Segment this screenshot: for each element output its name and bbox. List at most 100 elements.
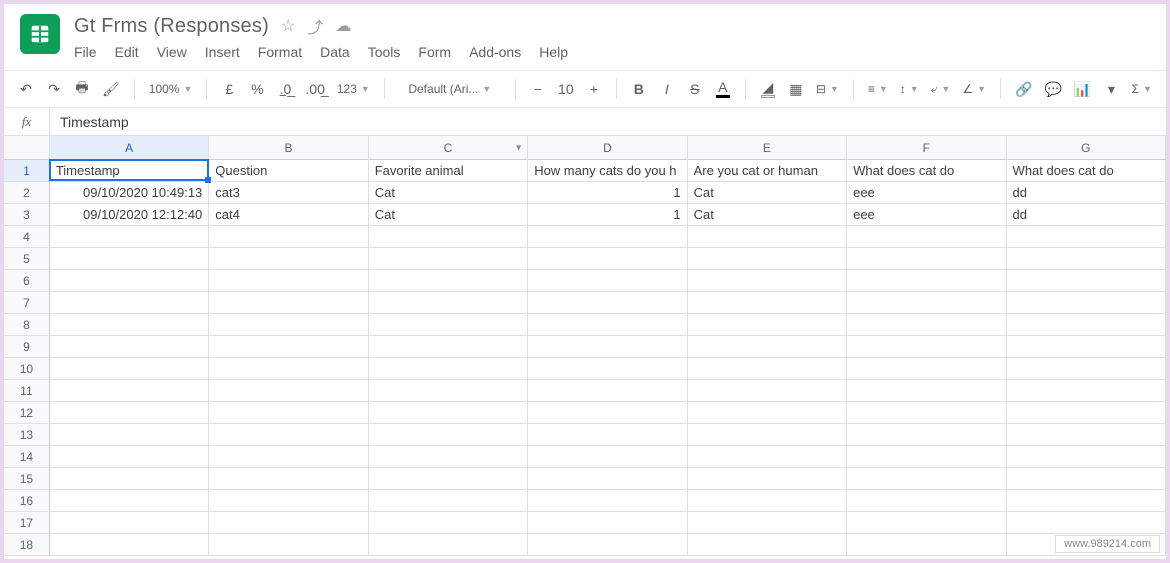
cell[interactable]: 09/10/2020 12:12:40 — [50, 204, 209, 226]
cell[interactable] — [688, 226, 847, 248]
cell[interactable] — [688, 270, 847, 292]
row-header[interactable]: 14 — [4, 446, 50, 468]
cell[interactable] — [1007, 512, 1166, 534]
menu-data[interactable]: Data — [320, 44, 350, 60]
menu-insert[interactable]: Insert — [205, 44, 240, 60]
cell[interactable] — [369, 512, 528, 534]
cell[interactable]: Cat — [688, 182, 847, 204]
cell[interactable] — [688, 534, 847, 556]
cell[interactable] — [50, 468, 209, 490]
cell[interactable] — [209, 446, 368, 468]
row-header[interactable]: 10 — [4, 358, 50, 380]
cell[interactable]: Timestamp — [50, 160, 209, 182]
cell[interactable] — [528, 468, 687, 490]
menu-form[interactable]: Form — [418, 44, 451, 60]
font-size-decrease[interactable]: − — [526, 77, 550, 101]
cell[interactable] — [1007, 292, 1166, 314]
cell[interactable] — [50, 358, 209, 380]
italic-button[interactable]: I — [655, 77, 679, 101]
row-header[interactable]: 3 — [4, 204, 50, 226]
functions-button[interactable]: Σ▼ — [1128, 77, 1156, 101]
cell[interactable] — [209, 358, 368, 380]
cell[interactable]: 09/10/2020 10:49:13 — [50, 182, 209, 204]
column-header[interactable]: B — [209, 136, 368, 160]
cell[interactable] — [1007, 270, 1166, 292]
insert-link-button[interactable]: 🔗 — [1011, 77, 1036, 101]
cell[interactable] — [1007, 424, 1166, 446]
cell[interactable] — [528, 292, 687, 314]
cell[interactable]: Are you cat or human — [688, 160, 847, 182]
cell[interactable]: 1 — [528, 182, 687, 204]
cell[interactable] — [50, 490, 209, 512]
cell[interactable] — [688, 248, 847, 270]
cell[interactable]: dd — [1007, 182, 1166, 204]
cell[interactable] — [50, 534, 209, 556]
cell[interactable] — [847, 534, 1006, 556]
cell[interactable]: Question — [209, 160, 368, 182]
spreadsheet-grid[interactable]: ABC▾DEFG1TimestampQuestionFavorite anima… — [4, 136, 1166, 556]
cell[interactable] — [209, 468, 368, 490]
cell[interactable]: How many cats do you h — [528, 160, 687, 182]
font-size-increase[interactable]: + — [582, 77, 606, 101]
create-filter-button[interactable]: ▾ — [1099, 77, 1123, 101]
cell[interactable] — [1007, 402, 1166, 424]
cell[interactable] — [1007, 248, 1166, 270]
cell[interactable] — [847, 270, 1006, 292]
fx-label[interactable]: fx — [4, 108, 50, 135]
cell[interactable]: cat4 — [209, 204, 368, 226]
menu-format[interactable]: Format — [258, 44, 302, 60]
cell[interactable] — [1007, 468, 1166, 490]
cell[interactable] — [369, 402, 528, 424]
cell[interactable] — [50, 226, 209, 248]
cell[interactable] — [209, 402, 368, 424]
cell[interactable] — [209, 490, 368, 512]
app-logo[interactable] — [20, 14, 60, 54]
cell[interactable] — [688, 512, 847, 534]
cell[interactable]: 1 — [528, 204, 687, 226]
cell[interactable] — [1007, 446, 1166, 468]
cell[interactable] — [847, 402, 1006, 424]
row-header[interactable]: 7 — [4, 292, 50, 314]
cell[interactable] — [688, 380, 847, 402]
row-header[interactable]: 9 — [4, 336, 50, 358]
cell[interactable] — [369, 446, 528, 468]
cell[interactable] — [847, 314, 1006, 336]
cell[interactable] — [369, 270, 528, 292]
cell[interactable] — [528, 248, 687, 270]
cell[interactable] — [847, 490, 1006, 512]
row-header[interactable]: 8 — [4, 314, 50, 336]
formula-input[interactable] — [50, 108, 1166, 135]
row-header[interactable]: 16 — [4, 490, 50, 512]
cell[interactable] — [50, 314, 209, 336]
cell[interactable] — [369, 380, 528, 402]
cell[interactable]: eee — [847, 204, 1006, 226]
row-header[interactable]: 5 — [4, 248, 50, 270]
cell[interactable] — [369, 534, 528, 556]
cell[interactable] — [369, 226, 528, 248]
cell[interactable] — [688, 336, 847, 358]
row-header[interactable]: 2 — [4, 182, 50, 204]
bold-button[interactable]: B — [627, 77, 651, 101]
cell[interactable] — [528, 512, 687, 534]
cell[interactable]: Cat — [369, 182, 528, 204]
text-wrap-button[interactable]: ⤶▼ — [927, 77, 955, 101]
cell[interactable]: dd — [1007, 204, 1166, 226]
cell[interactable] — [688, 314, 847, 336]
number-format-select[interactable]: 123▼ — [333, 77, 374, 101]
cell[interactable] — [1007, 336, 1166, 358]
font-size-value[interactable]: 10 — [554, 77, 578, 101]
cell[interactable] — [209, 248, 368, 270]
cell[interactable]: cat3 — [209, 182, 368, 204]
move-icon[interactable]: ⤴ — [307, 14, 323, 38]
cell[interactable] — [209, 314, 368, 336]
fill-color-button[interactable]: ◢ — [756, 77, 780, 101]
column-header[interactable]: D — [528, 136, 687, 160]
cell[interactable] — [688, 402, 847, 424]
horizontal-align-button[interactable]: ≡▼ — [864, 77, 892, 101]
cell[interactable] — [528, 424, 687, 446]
cell[interactable] — [528, 534, 687, 556]
filter-icon[interactable]: ▾ — [516, 142, 521, 153]
text-rotation-button[interactable]: ∠▼ — [958, 77, 990, 101]
cell[interactable] — [688, 292, 847, 314]
undo-button[interactable]: ↶ — [14, 77, 38, 101]
